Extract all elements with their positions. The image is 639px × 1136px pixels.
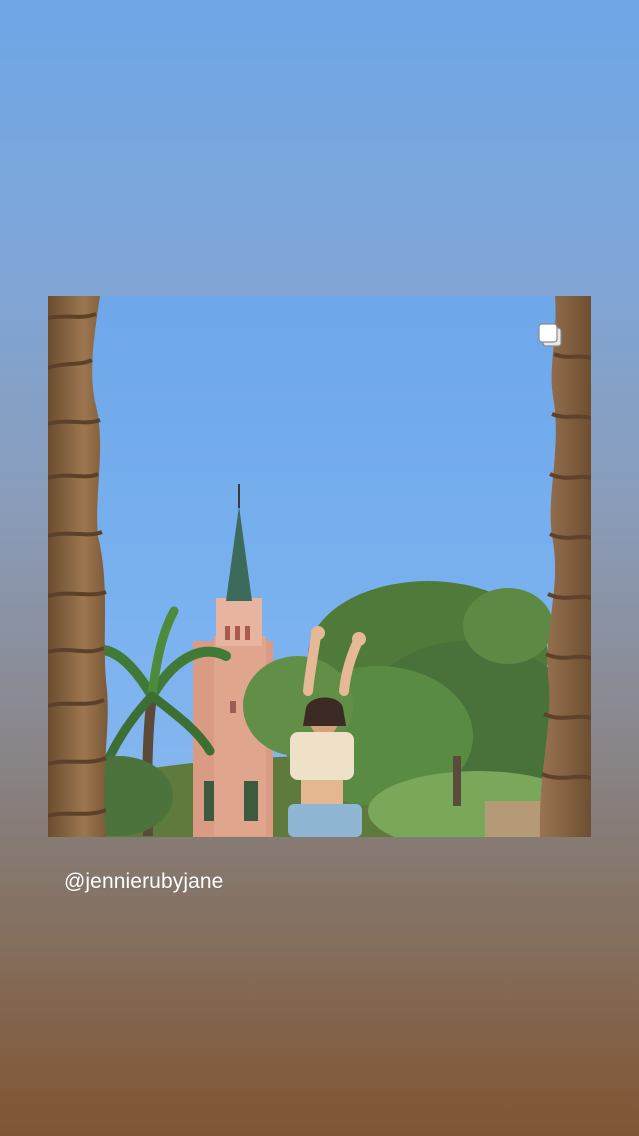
shared-post-card[interactable] bbox=[48, 296, 591, 837]
multiple-posts-icon bbox=[538, 323, 562, 347]
post-photo bbox=[48, 296, 591, 837]
mention-handle[interactable]: @jennierubyjane bbox=[64, 870, 223, 894]
story-screen: @jennierubyjane bbox=[0, 0, 639, 1136]
